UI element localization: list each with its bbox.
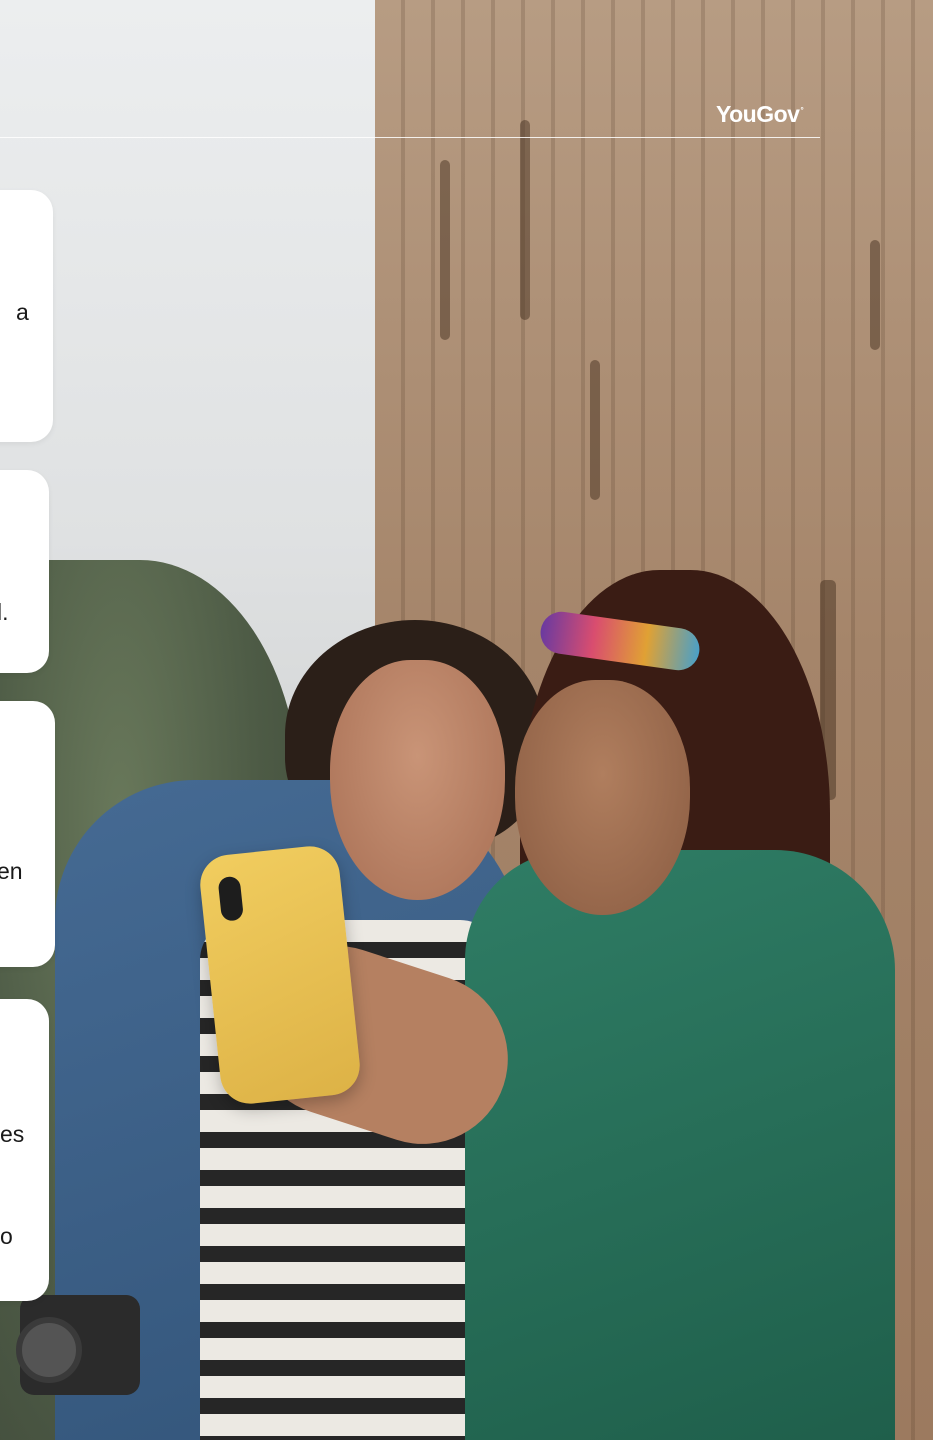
background-photo — [0, 0, 933, 1440]
logo-text: YouGov — [716, 101, 800, 127]
camera-icon — [16, 1295, 140, 1395]
info-card-1: a — [0, 190, 53, 442]
phone-camera — [217, 875, 244, 922]
card-2-text: l. — [0, 599, 9, 625]
woman-face — [515, 680, 690, 915]
card-4-text-line-1: es — [0, 1121, 25, 1147]
man-face — [330, 660, 505, 900]
card-3-text: en — [0, 858, 23, 884]
logo-mark: ° — [800, 106, 804, 116]
building-detail — [440, 160, 450, 340]
info-card-4: es o — [0, 999, 49, 1301]
woman-green-jacket — [465, 850, 895, 1440]
header-divider — [0, 137, 820, 138]
building-detail — [870, 240, 880, 350]
yellow-smartphone — [197, 843, 363, 1107]
card-4-text-line-2: o — [0, 1223, 13, 1249]
building-detail — [520, 120, 530, 320]
building-detail — [590, 360, 600, 500]
card-1-text: a — [16, 299, 29, 325]
camera-lens — [16, 1317, 82, 1383]
yougov-logo: YouGov° — [716, 101, 804, 128]
info-card-2: l. — [0, 470, 49, 673]
info-card-3: en — [0, 701, 55, 967]
